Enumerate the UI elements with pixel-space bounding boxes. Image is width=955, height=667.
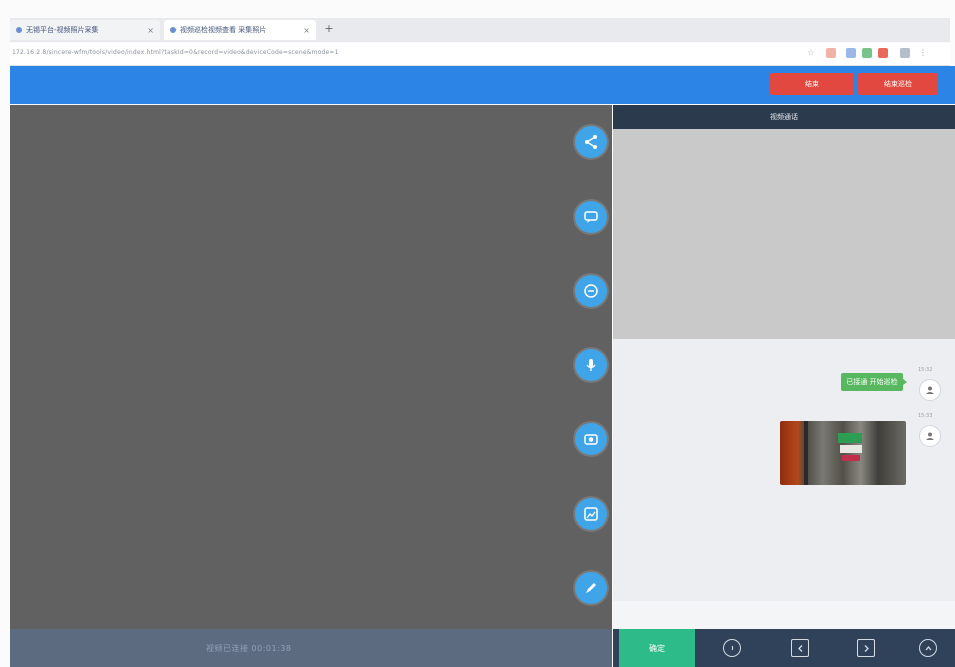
info-circle-icon[interactable] <box>723 639 741 657</box>
camera-icon[interactable] <box>575 423 607 455</box>
confirm-button[interactable]: 确定 <box>619 629 695 667</box>
text-message-bubble: 已接通 开始巡检 <box>841 373 907 391</box>
menu-kebab-icon[interactable]: ⋮ <box>918 48 928 58</box>
message-time: 15:32 <box>918 367 933 373</box>
user-avatar <box>919 379 941 401</box>
microphone-icon[interactable] <box>575 349 607 381</box>
end-inspection-button[interactable]: 结束巡检 <box>858 73 938 95</box>
video-area[interactable] <box>10 105 612 629</box>
extension-icon[interactable] <box>846 48 856 58</box>
image-message-thumbnail[interactable] <box>780 421 906 485</box>
tab-title: 无锡平台-视频照片采集 <box>26 26 99 34</box>
extension-icon[interactable] <box>826 48 836 58</box>
extension-icon[interactable] <box>878 48 888 58</box>
panel-title: 视频通话 <box>613 105 955 129</box>
chat-icon[interactable] <box>575 201 607 233</box>
video-preview[interactable] <box>613 129 955 339</box>
new-tab-icon[interactable]: + <box>322 22 336 36</box>
next-icon[interactable] <box>857 639 875 657</box>
share-icon[interactable] <box>575 126 607 158</box>
user-avatar <box>919 425 941 447</box>
message-time: 15:33 <box>918 413 933 419</box>
photo-capture-icon[interactable] <box>575 498 607 530</box>
close-icon[interactable]: × <box>147 26 154 35</box>
tab-favicon-icon <box>170 27 176 33</box>
control-bar: 确定 <box>613 629 955 667</box>
extension-icon[interactable] <box>862 48 872 58</box>
tab-title: 视频巡检视频查看 采集照片 <box>180 26 267 34</box>
connection-status: 视频已连接 00:01:38 <box>206 644 292 653</box>
up-circle-icon[interactable] <box>919 639 937 657</box>
end-button[interactable]: 结束 <box>770 73 854 95</box>
status-bar: 视频已连接 00:01:38 <box>10 629 612 667</box>
browser-tab[interactable]: 无锡平台-视频照片采集 × <box>10 20 160 40</box>
pen-icon[interactable] <box>575 572 607 604</box>
browser-tab-strip: 无锡平台-视频照片采集 × 视频巡检视频查看 采集照片 × + <box>10 18 950 42</box>
message-icon[interactable] <box>575 275 607 307</box>
chat-list: 15:32 已接通 开始巡检 15:33 <box>613 341 955 601</box>
app-header: 结束 结束巡检 <box>10 66 955 104</box>
tab-favicon-icon <box>16 27 22 33</box>
address-bar[interactable]: 172.16.2.8/sincere-wfm/tools/video/index… <box>10 43 950 66</box>
profile-icon[interactable] <box>900 48 910 58</box>
url-text[interactable]: 172.16.2.8/sincere-wfm/tools/video/index… <box>12 49 339 56</box>
chat-footer <box>613 601 955 629</box>
browser-tab-active[interactable]: 视频巡检视频查看 采集照片 × <box>164 20 316 40</box>
right-panel: 视频通话 15:32 已接通 开始巡检 15:33 <box>613 105 955 629</box>
close-icon[interactable]: × <box>303 26 310 35</box>
bookmark-star-icon[interactable]: ☆ <box>806 48 816 58</box>
previous-icon[interactable] <box>791 639 809 657</box>
